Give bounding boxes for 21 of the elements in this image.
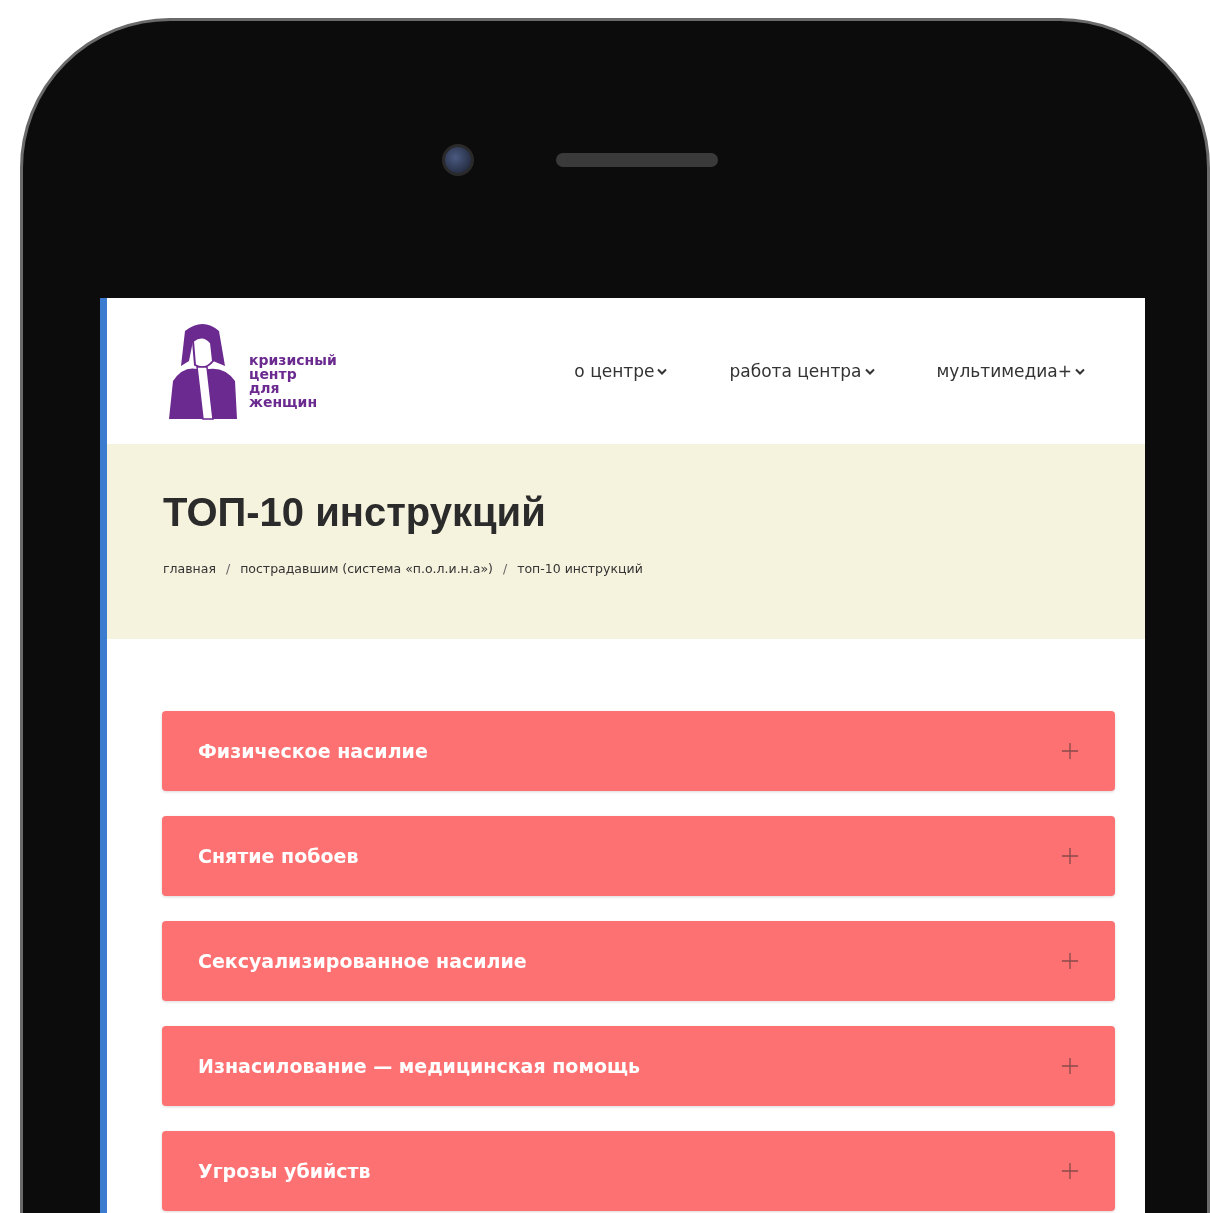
nav-link[interactable]: о центре <box>574 361 668 381</box>
plus-icon <box>1061 847 1079 865</box>
camera-icon <box>442 143 474 176</box>
plus-icon <box>1061 1057 1079 1075</box>
nav-link[interactable]: мультимедиа+ <box>936 361 1085 381</box>
accordion-title: Физическое насилие <box>198 740 428 762</box>
accordion-title: Угрозы убийств <box>198 1160 371 1182</box>
accordion-title: Изнасилование — медицинская помощь <box>198 1055 640 1077</box>
accordion-title: Снятие побоев <box>198 845 359 867</box>
plus-icon <box>1061 742 1079 760</box>
nav-link[interactable]: работа центра <box>729 361 875 381</box>
page-title: ТОП-10 инструкций <box>163 490 547 535</box>
breadcrumb-link[interactable]: главная <box>163 561 216 576</box>
plus-icon <box>1061 1162 1079 1180</box>
breadcrumb-link[interactable]: пострадавшим (система «п.о.л.и.н.а») <box>240 561 493 576</box>
accordion-title: Сексуализированное насилие <box>198 950 527 972</box>
breadcrumb-separator: / <box>225 561 231 576</box>
breadcrumb-separator: / <box>502 561 508 576</box>
plus-icon <box>1061 952 1079 970</box>
logo-text[interactable]: кризисный центр для женщин <box>249 353 337 421</box>
breadcrumb-link[interactable]: топ-10 инструкций <box>517 561 643 576</box>
